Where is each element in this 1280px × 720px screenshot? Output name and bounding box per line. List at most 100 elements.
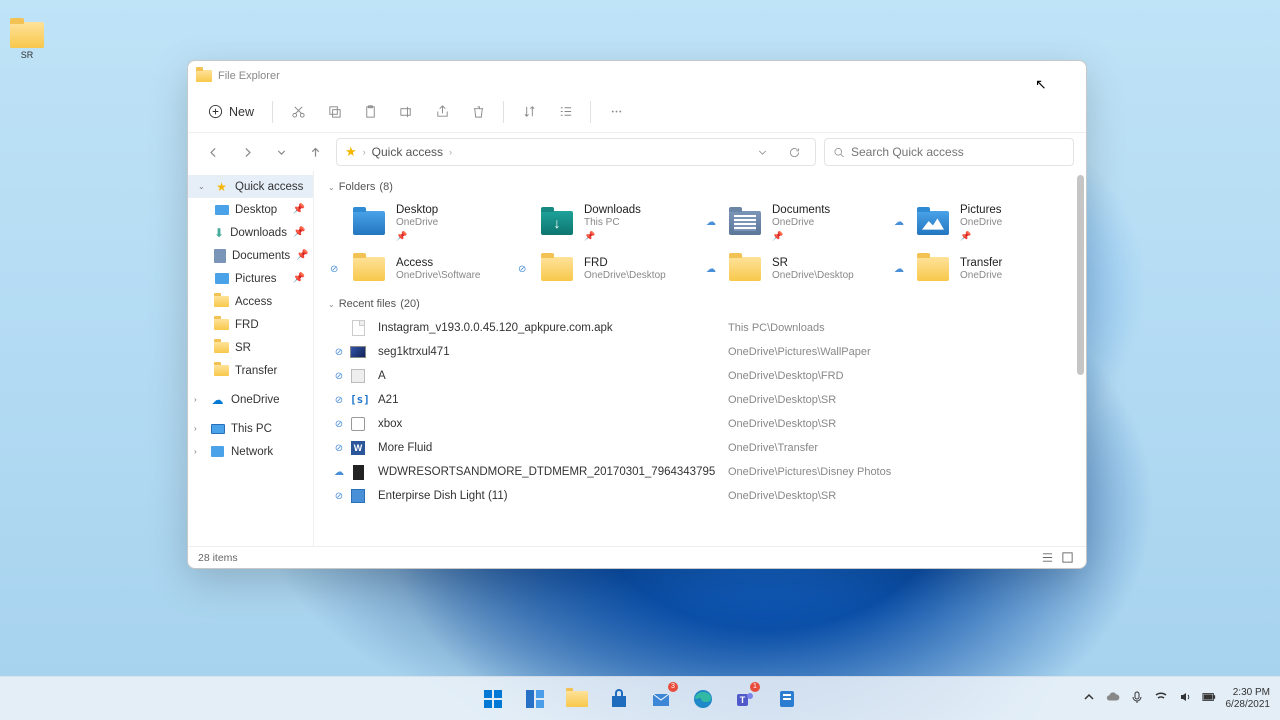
taskbar: 3 T1 2:30 PM 6/28/2021 (0, 676, 1280, 720)
file-row[interactable]: ⊘[s]A21OneDrive\Desktop\SR (328, 388, 1072, 412)
cut-button[interactable] (283, 97, 313, 127)
start-button[interactable] (474, 680, 512, 718)
search-box[interactable] (824, 138, 1074, 166)
sidebar-item-this-pc[interactable]: ›This PC (188, 417, 313, 440)
volume-tray-icon[interactable] (1178, 690, 1192, 707)
text-icon (351, 369, 365, 383)
tips-button[interactable] (768, 680, 806, 718)
item-count: 28 items (198, 552, 238, 564)
clock[interactable]: 2:30 PM 6/28/2021 (1226, 687, 1271, 710)
sort-icon (522, 104, 537, 119)
chevron-right-icon[interactable]: › (194, 395, 204, 404)
file-row[interactable]: ⊘WMore FluidOneDrive\Transfer (328, 436, 1072, 460)
search-input[interactable] (851, 145, 1065, 159)
rename-icon (399, 104, 414, 119)
details-view-button[interactable] (1038, 550, 1056, 566)
arrow-up-icon (309, 146, 322, 159)
file-row[interactable]: ☁WDWRESORTSANDMORE_DTDMEMR_20170301_7964… (328, 460, 1072, 484)
copy-button[interactable] (319, 97, 349, 127)
widgets-icon (524, 688, 546, 710)
titlebar[interactable]: File Explorer (188, 61, 1086, 91)
folder-transfer[interactable]: ☁TransferOneDrive (892, 250, 1072, 288)
mail-button[interactable]: 3 (642, 680, 680, 718)
sidebar-item-label: Documents (232, 250, 290, 262)
scrollbar-thumb[interactable] (1077, 175, 1084, 375)
address-bar[interactable]: ★ › Quick access › (336, 138, 816, 166)
group-header-recent[interactable]: ⌄ Recent files (20) (328, 298, 1072, 310)
group-header-folders[interactable]: ⌄ Folders (8) (328, 181, 1072, 193)
sidebar-item-access[interactable]: Access (188, 290, 313, 313)
file-explorer-window: File Explorer New ★ › Quick access › (187, 60, 1087, 569)
sidebar-item-frd[interactable]: FRD (188, 313, 313, 336)
explorer-button[interactable] (558, 680, 596, 718)
folder-pictures[interactable]: ☁PicturesOneDrive📌 (892, 199, 1072, 246)
sync-status-icon: ☁ (706, 264, 718, 275)
chevron-up-icon (1082, 690, 1096, 704)
desktop-folder-sr[interactable]: SR (5, 22, 49, 60)
document-icon (214, 248, 226, 263)
sidebar-item-pictures[interactable]: Pictures📌 (188, 267, 313, 290)
forward-button[interactable] (234, 139, 260, 165)
sidebar-item-transfer[interactable]: Transfer (188, 359, 313, 382)
pin-icon: 📌 (584, 231, 641, 242)
wifi-icon (1154, 690, 1168, 704)
paste-button[interactable] (355, 97, 385, 127)
sync-status-icon: ☁ (330, 467, 348, 478)
folder-desktop[interactable]: DesktopOneDrive📌 (328, 199, 508, 246)
chevron-down-icon[interactable]: ⌄ (198, 182, 208, 191)
folder-sr[interactable]: ☁SROneDrive\Desktop (704, 250, 884, 288)
widgets-button[interactable] (516, 680, 554, 718)
file-row[interactable]: ⊘seg1ktrxul471OneDrive\Pictures\WallPape… (328, 340, 1072, 364)
history-dropdown[interactable] (749, 139, 775, 165)
folder-frd[interactable]: ⊘FRDOneDrive\Desktop (516, 250, 696, 288)
edge-button[interactable] (684, 680, 722, 718)
up-button[interactable] (302, 139, 328, 165)
sidebar-item-documents[interactable]: Documents📌 (188, 244, 313, 267)
breadcrumb-item[interactable]: Quick access (372, 145, 443, 159)
file-row[interactable]: ⊘Enterpirse Dish Light (11)OneDrive\Desk… (328, 484, 1072, 508)
more-button[interactable] (601, 97, 631, 127)
battery-tray-icon[interactable] (1202, 690, 1216, 707)
folder-location: OneDrive\Desktop (772, 270, 854, 283)
recent-button[interactable] (268, 139, 294, 165)
file-name: xbox (378, 418, 728, 430)
teams-button[interactable]: T1 (726, 680, 764, 718)
new-button[interactable]: New (200, 100, 262, 123)
sidebar-item-onedrive[interactable]: ›☁OneDrive (188, 388, 313, 411)
store-button[interactable] (600, 680, 638, 718)
sidebar-item-network[interactable]: ›Network (188, 440, 313, 463)
rename-button[interactable] (391, 97, 421, 127)
chevron-right-icon[interactable]: › (194, 424, 204, 433)
sidebar-item-downloads[interactable]: ⬇Downloads📌 (188, 221, 313, 244)
back-button[interactable] (200, 139, 226, 165)
folder-access[interactable]: ⊘AccessOneDrive\Software (328, 250, 508, 288)
show-hidden-button[interactable] (1082, 690, 1096, 707)
file-name: Instagram_v193.0.0.45.120_apkpure.com.ap… (378, 322, 728, 334)
thumbnails-view-button[interactable] (1058, 550, 1076, 566)
svg-text:T: T (740, 695, 746, 705)
sidebar-item-quick-access[interactable]: ⌄★Quick access (188, 175, 313, 198)
sort-button[interactable] (514, 97, 544, 127)
folder-downloads[interactable]: ↓DownloadsThis PC📌 (516, 199, 696, 246)
file-row[interactable]: ⊘AOneDrive\Desktop\FRD (328, 364, 1072, 388)
file-row[interactable]: Instagram_v193.0.0.45.120_apkpure.com.ap… (328, 316, 1072, 340)
onedrive-tray-icon[interactable] (1106, 690, 1120, 707)
refresh-button[interactable] (781, 139, 807, 165)
navigation-pane: ⌄★Quick accessDesktop📌⬇Downloads📌Documen… (188, 171, 314, 546)
wifi-tray-icon[interactable] (1154, 690, 1168, 707)
file-row[interactable]: ⊘xboxOneDrive\Desktop\SR (328, 412, 1072, 436)
folder-icon (214, 294, 229, 309)
chevron-right-icon[interactable]: › (194, 447, 204, 456)
view-icon (558, 104, 573, 119)
address-bar-row: ★ › Quick access › (188, 133, 1086, 171)
share-button[interactable] (427, 97, 457, 127)
sidebar-item-sr[interactable]: SR (188, 336, 313, 359)
copy-icon (327, 104, 342, 119)
mic-tray-icon[interactable] (1130, 690, 1144, 707)
view-button[interactable] (550, 97, 580, 127)
sidebar-item-desktop[interactable]: Desktop📌 (188, 198, 313, 221)
folder-location: OneDrive (960, 217, 1002, 230)
delete-button[interactable] (463, 97, 493, 127)
folder-documents[interactable]: ☁DocumentsOneDrive📌 (704, 199, 884, 246)
pc-icon (210, 421, 225, 436)
